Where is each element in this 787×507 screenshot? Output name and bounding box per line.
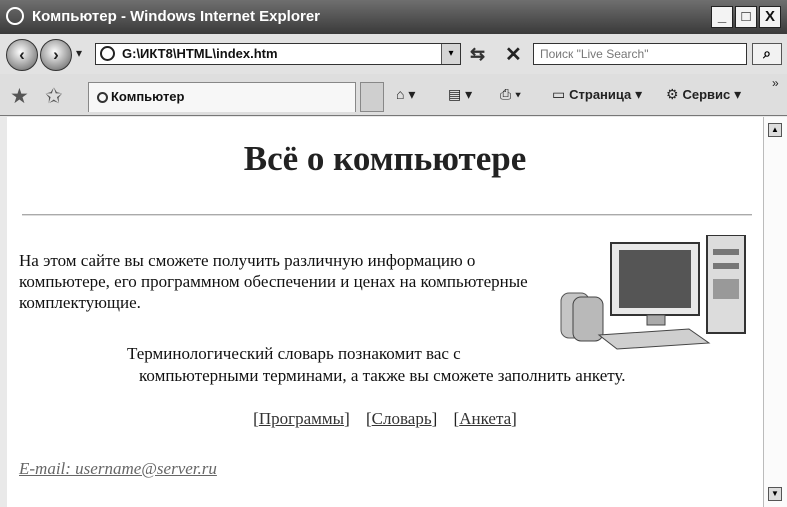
command-bar: ★ ✩ Компьютер ⌂ ▾ ▤ ▾ ⎙ ▾ ▭ Страница ▾ ⚙… [0,74,787,116]
site-navigation: [Программы] [Словарь] [Анкета] [7,409,763,429]
browser-window: Компьютер - Windows Internet Explorer _ … [0,0,787,507]
page-menu-label: Страница [569,87,632,102]
stop-icon[interactable]: ✕ [505,42,522,67]
chevron-more-icon[interactable]: » [772,76,779,90]
dictionary-text-line2: компьютерными терминами, а также вы смож… [139,366,626,385]
page-favicon-icon [100,46,115,61]
window-title: Компьютер - Windows Internet Explorer [32,8,321,25]
nav-item-programs: [Программы] [253,409,350,428]
address-text[interactable]: G:\ИКТ8\HTML\index.htm [122,46,278,61]
add-favorites-star-icon[interactable]: ✩ [45,84,63,109]
close-button[interactable]: X [759,6,781,28]
address-dropdown-button[interactable]: ▾ [441,44,460,64]
tools-menu-label: Сервис [682,87,731,102]
printer-icon[interactable]: ⎙ ▾ [500,86,521,103]
dictionary-text-line1: Терминологический словарь познакомит вас… [127,344,461,363]
title-bar: Компьютер - Windows Internet Explorer _ … [0,0,787,34]
intro-paragraph: На этом сайте вы сможете получить различ… [19,251,528,312]
refresh-icon[interactable]: ⇆ [470,44,485,65]
nav-item-survey: [Анкета] [453,409,517,428]
gear-icon: ⚙ [666,86,679,102]
favorites-star-icon[interactable]: ★ [10,84,29,109]
dictionary-link[interactable]: Словарь [372,409,432,428]
new-tab-button[interactable] [360,82,384,112]
tab-computer[interactable]: Компьютер [88,82,356,112]
page-icon: ▭ [552,86,566,102]
back-arrow-icon: ‹ [19,45,25,64]
minimize-button[interactable]: _ [711,6,733,28]
tab-label: Компьютер [111,89,185,104]
ie-logo-icon [6,7,24,25]
maximize-button[interactable]: □ [735,6,757,28]
survey-link[interactable]: Анкета [459,409,511,428]
vertical-scrollbar[interactable]: ▲ ▼ [763,117,787,507]
tab-favicon-icon [97,92,108,103]
horizontal-rule [22,214,752,216]
programs-link[interactable]: Программы [259,409,344,428]
search-button[interactable]: ⌕ [752,43,782,65]
address-bar[interactable]: G:\ИКТ8\HTML\index.htm ▾ [95,43,461,65]
forward-button[interactable]: › [40,39,72,71]
scroll-down-button[interactable]: ▼ [768,487,782,501]
window-controls: _ □ X [711,6,781,28]
navigation-bar: ‹ › ▾ G:\ИКТ8\HTML\index.htm ▾ ⇆ ✕ Поиск… [0,34,787,74]
nav-item-dictionary: [Словарь] [366,409,438,428]
tools-menu[interactable]: ⚙ Сервис ▾ [666,86,741,103]
back-button[interactable]: ‹ [6,39,38,71]
page-content: Всё о компьютере На этом сайте вы сможет… [7,117,763,507]
search-input[interactable]: Поиск "Live Search" [533,43,747,65]
scroll-up-button[interactable]: ▲ [768,123,782,137]
home-icon[interactable]: ⌂ ▾ [396,86,415,103]
recent-pages-dropdown[interactable]: ▾ [76,46,82,60]
page-menu[interactable]: ▭ Страница ▾ [552,86,642,103]
email-link[interactable]: E-mail: username@server.ru [19,459,217,479]
rss-icon[interactable]: ▤ ▾ [448,86,472,103]
computer-image [560,235,746,350]
page-title: Всё о компьютере [243,139,527,178]
forward-arrow-icon: › [53,45,59,64]
